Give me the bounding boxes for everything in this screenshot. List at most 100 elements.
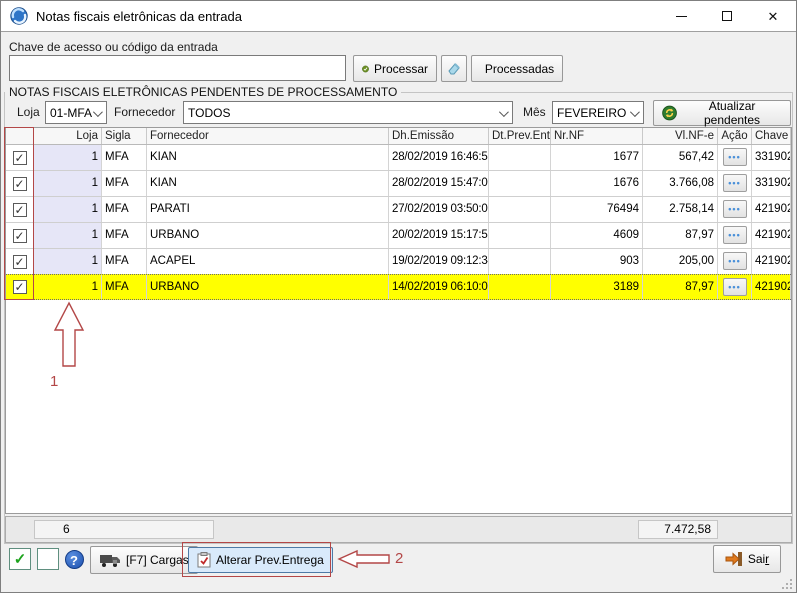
processar-label: Processar [374, 62, 428, 76]
header-checkbox[interactable] [6, 128, 34, 144]
cell-loja[interactable]: 1 [34, 275, 102, 299]
cell-fornecedor[interactable]: PARATI [147, 197, 389, 222]
cell-dh-emissao[interactable]: 14/02/2019 06:10:00 [389, 275, 489, 299]
cell-dh-emissao[interactable]: 28/02/2019 16:46:52 [389, 145, 489, 170]
access-key-input[interactable] [9, 55, 346, 81]
green-check-icon: ✓ [14, 552, 27, 567]
fornecedor-select[interactable]: TODOS [183, 101, 513, 124]
cell-sigla[interactable]: MFA [102, 223, 147, 248]
cell-chave[interactable]: 331902 [752, 171, 791, 196]
cell-sigla[interactable]: MFA [102, 275, 147, 299]
cell-vl-nfe[interactable]: 87,97 [643, 223, 718, 248]
row-action-button[interactable]: ••• [723, 200, 747, 218]
grid-header: Loja Sigla Fornecedor Dh.Emissão Dt.Prev… [6, 128, 791, 145]
table-row[interactable]: ✓ 1MFAURBANO14/02/2019 06:10:00 318987,97 •… [6, 274, 791, 300]
cell-sigla[interactable]: MFA [102, 145, 147, 170]
header-dt-prev-entrega[interactable]: Dt.Prev.Entrega [489, 128, 551, 144]
header-chave[interactable]: Chave [752, 128, 791, 144]
header-nr-nf[interactable]: Nr.NF [551, 128, 643, 144]
cell-loja[interactable]: 1 [34, 145, 102, 170]
row-checkbox[interactable]: ✓ [13, 255, 27, 269]
table-row[interactable]: ✓ 1MFAKIAN28/02/2019 16:46:52 1677567,42 ••… [6, 145, 791, 171]
header-vl-nfe[interactable]: Vl.NF-e [643, 128, 718, 144]
cell-vl-nfe[interactable]: 2.758,14 [643, 197, 718, 222]
header-acao[interactable]: Ação [718, 128, 752, 144]
sair-label: Sair [748, 552, 769, 566]
cell-dh-emissao[interactable]: 28/02/2019 15:47:00 [389, 171, 489, 196]
atualizar-pendentes-button[interactable]: Atualizar pendentes [653, 100, 791, 126]
cell-chave[interactable]: 421902 [752, 223, 791, 248]
row-action-button[interactable]: ••• [723, 278, 747, 296]
table-row[interactable]: ✓ 1MFAPARATI27/02/2019 03:50:09 764942.758… [6, 197, 791, 223]
cell-sigla[interactable]: MFA [102, 171, 147, 196]
row-checkbox[interactable]: ✓ [13, 203, 27, 217]
cell-vl-nfe[interactable]: 3.766,08 [643, 171, 718, 196]
row-checkbox[interactable]: ✓ [13, 151, 27, 165]
cell-dt-prev-entrega[interactable] [489, 249, 551, 274]
minimize-button[interactable] [658, 1, 704, 31]
table-row[interactable]: ✓ 1MFAACAPEL19/02/2019 09:12:34 903205,00 •… [6, 249, 791, 275]
row-action-button[interactable]: ••• [723, 226, 747, 244]
row-action-button[interactable]: ••• [723, 174, 747, 192]
cell-sigla[interactable]: MFA [102, 197, 147, 222]
cell-loja[interactable]: 1 [34, 171, 102, 196]
cell-fornecedor[interactable]: URBANO [147, 223, 389, 248]
processar-button[interactable]: Processar [353, 55, 437, 82]
cell-loja[interactable]: 1 [34, 223, 102, 248]
cell-vl-nfe[interactable]: 567,42 [643, 145, 718, 170]
cell-dt-prev-entrega[interactable] [489, 145, 551, 170]
sair-button[interactable]: Sair [713, 545, 781, 573]
help-button[interactable]: ? [62, 547, 86, 571]
maximize-button[interactable] [704, 1, 750, 31]
resize-grip[interactable] [782, 578, 793, 589]
mes-select[interactable]: FEVEREIRO [552, 101, 644, 124]
header-loja[interactable]: Loja [34, 128, 102, 144]
total-value: 7.472,58 [638, 520, 718, 539]
check-all-button[interactable]: ✓ [9, 548, 31, 570]
clear-button[interactable] [441, 55, 467, 82]
cell-sigla[interactable]: MFA [102, 249, 147, 274]
cell-fornecedor[interactable]: URBANO [147, 275, 389, 299]
alterar-prev-entrega-button[interactable]: Alterar Prev.Entrega [188, 547, 333, 573]
cargas-button[interactable]: [F7] Cargas [90, 546, 198, 574]
header-dh-emissao[interactable]: Dh.Emissão [389, 128, 489, 144]
cell-fornecedor[interactable]: KIAN [147, 145, 389, 170]
table-row[interactable]: ✓ 1MFAKIAN28/02/2019 15:47:00 16763.766,08… [6, 171, 791, 197]
cell-chave[interactable]: 421902 [752, 275, 791, 299]
cell-vl-nfe[interactable]: 87,97 [643, 275, 718, 299]
cell-nr-nf[interactable]: 76494 [551, 197, 643, 222]
loja-select[interactable]: 01-MFA [45, 101, 107, 124]
row-action-button[interactable]: ••• [723, 148, 747, 166]
processadas-button[interactable]: Processadas [471, 55, 563, 82]
cell-dh-emissao[interactable]: 20/02/2019 15:17:52 [389, 223, 489, 248]
cell-dh-emissao[interactable]: 19/02/2019 09:12:34 [389, 249, 489, 274]
cell-nr-nf[interactable]: 1677 [551, 145, 643, 170]
row-checkbox[interactable]: ✓ [13, 280, 27, 294]
cell-nr-nf[interactable]: 3189 [551, 275, 643, 299]
cell-fornecedor[interactable]: ACAPEL [147, 249, 389, 274]
cell-nr-nf[interactable]: 4609 [551, 223, 643, 248]
row-checkbox[interactable]: ✓ [13, 177, 27, 191]
cell-chave[interactable]: 421902 [752, 249, 791, 274]
cell-chave[interactable]: 421902 [752, 197, 791, 222]
cell-dt-prev-entrega[interactable] [489, 171, 551, 196]
cell-nr-nf[interactable]: 903 [551, 249, 643, 274]
uncheck-all-button[interactable] [37, 548, 59, 570]
cell-dh-emissao[interactable]: 27/02/2019 03:50:09 [389, 197, 489, 222]
cell-acao: ••• [718, 275, 752, 299]
table-row[interactable]: ✓ 1MFAURBANO20/02/2019 15:17:52 460987,97 •… [6, 223, 791, 249]
cell-vl-nfe[interactable]: 205,00 [643, 249, 718, 274]
cell-nr-nf[interactable]: 1676 [551, 171, 643, 196]
cell-chave[interactable]: 331902 [752, 145, 791, 170]
cell-loja[interactable]: 1 [34, 197, 102, 222]
row-action-button[interactable]: ••• [723, 252, 747, 270]
cell-fornecedor[interactable]: KIAN [147, 171, 389, 196]
cell-dt-prev-entrega[interactable] [489, 197, 551, 222]
cell-dt-prev-entrega[interactable] [489, 275, 551, 299]
close-button[interactable]: ✕ [750, 1, 796, 31]
header-sigla[interactable]: Sigla [102, 128, 147, 144]
header-fornecedor[interactable]: Fornecedor [147, 128, 389, 144]
cell-dt-prev-entrega[interactable] [489, 223, 551, 248]
row-checkbox[interactable]: ✓ [13, 229, 27, 243]
cell-loja[interactable]: 1 [34, 249, 102, 274]
